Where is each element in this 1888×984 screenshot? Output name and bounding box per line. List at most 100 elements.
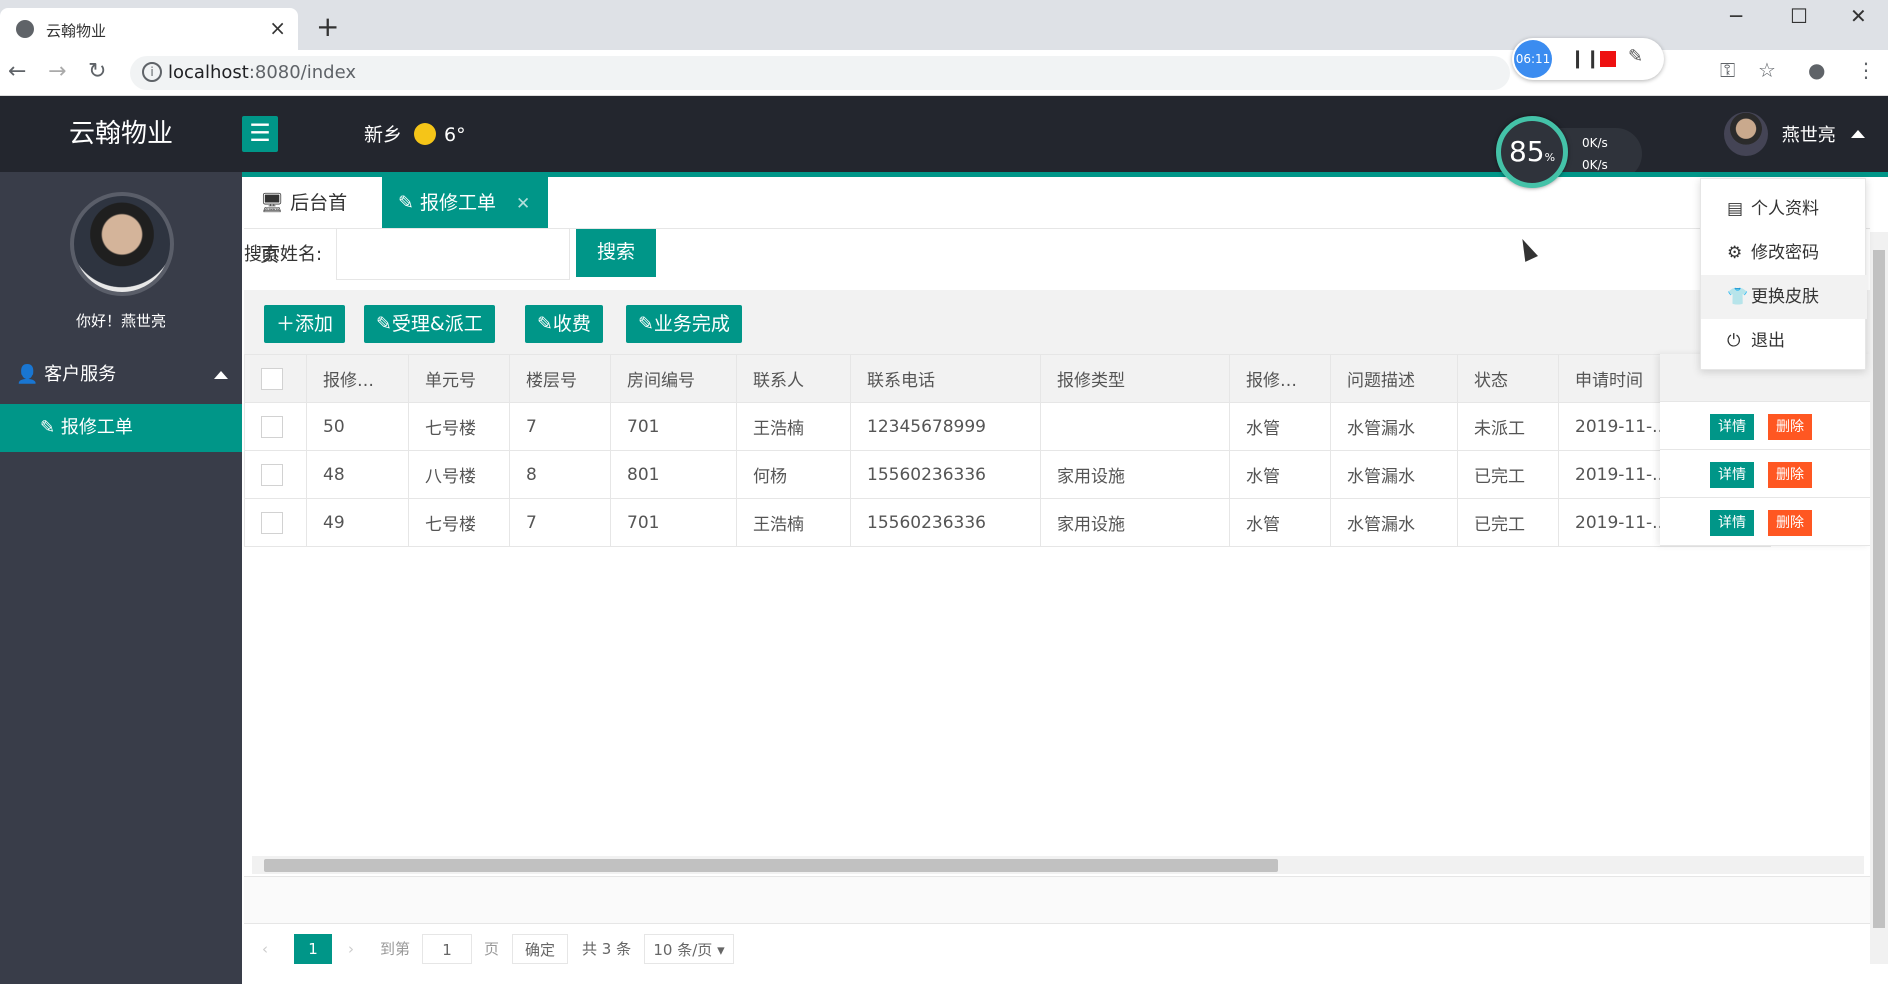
charge-button[interactable]: ✎收费 [525,305,603,343]
weather-city: 新乡 [364,124,403,146]
current-page[interactable]: 1 [294,934,332,964]
pause-icon[interactable]: ❙❙ [1570,48,1600,69]
action-toolbar: ＋添加 ✎受理&派工 ✎收费 ✎业务完成 [244,290,1870,354]
close-tab-icon[interactable]: ✕ [516,194,530,214]
account-icon[interactable]: ● [1808,58,1825,82]
pagination: ‹ 1 › 到第 1 页 确定 共 3 条 10 条/页 ▾ [244,930,1870,970]
column-header[interactable]: 单元号 [408,354,510,403]
reload-icon[interactable]: ↻ [88,59,106,84]
edit-icon: ✎ [537,313,553,335]
gear-icon: ⚙ [1727,243,1743,263]
table-header-row: 报修… 单元号 楼层号 房间编号 联系人 联系电话 报修类型 报修… 问题描述 … [244,354,1771,403]
total-count: 共 3 条 [582,940,632,958]
select-all-cell[interactable] [244,354,307,403]
cell: 未派工 [1457,402,1559,451]
table-row[interactable]: 48 八号楼 8 801 何杨 15560236336 家用设施 水管 水管漏水… [244,450,1771,499]
new-tab-button[interactable]: + [316,10,339,43]
cell: 八号楼 [408,450,510,499]
minimize-icon[interactable]: ─ [1730,4,1742,28]
horizontal-scrollbar[interactable] [252,856,1864,874]
cell: 已完工 [1457,450,1559,499]
column-header[interactable]: 联系人 [736,354,851,403]
row-checkbox[interactable] [261,463,283,486]
menu-item-change-password[interactable]: ⚙ 修改密码 [1701,231,1867,275]
row-actions: 详情 删除 [1660,498,1870,546]
edit-doc-icon: ✎ [40,417,56,438]
sidebar-group-customer-service[interactable]: 👤 客户服务 [0,350,242,400]
delete-button[interactable]: 删除 [1768,510,1812,536]
vertical-scrollbar[interactable] [1870,232,1888,964]
star-icon[interactable]: ☆ [1758,58,1776,82]
key-icon[interactable]: ⚿ [1720,58,1735,82]
next-page-icon[interactable]: › [348,934,354,964]
monitor-icon: 🖥 [260,192,285,214]
search-label: 搜索姓名: [244,244,323,265]
browser-tab-title: 云翰物业 [46,22,107,40]
column-header[interactable]: 报修… [1229,354,1331,403]
delete-button[interactable]: 删除 [1768,462,1812,488]
mouse-cursor-icon [1516,236,1538,262]
complete-button[interactable]: ✎业务完成 [626,305,742,343]
plus-icon: ＋ [276,313,296,335]
user-menu[interactable]: 燕世亮 [1724,112,1866,156]
column-header[interactable]: 状态 [1457,354,1559,403]
add-button[interactable]: ＋添加 [264,305,346,343]
address-bar[interactable]: i localhost:8080/index [130,56,1510,90]
accept-dispatch-button[interactable]: ✎受理&派工 [364,305,495,343]
column-header[interactable]: 联系电话 [850,354,1041,403]
url-text: localhost:8080/index [168,62,356,83]
cell: 水管 [1229,450,1331,499]
stop-icon[interactable] [1600,51,1616,67]
menu-item-change-skin[interactable]: 👕 更换皮肤 [1701,275,1867,319]
page-unit-label: 页 [484,940,500,958]
search-input[interactable] [336,228,570,280]
vertical-scroll-thumb[interactable] [1873,250,1885,928]
cell: 7 [509,498,611,547]
table-row[interactable]: 50 七号楼 7 701 王浩楠 12345678999 水管 水管漏水 未派工… [244,402,1771,451]
sidebar-group-label: 客户服务 [44,364,117,385]
goto-confirm-button[interactable]: 确定 [512,934,568,964]
detail-button[interactable]: 详情 [1710,510,1754,536]
detail-button[interactable]: 详情 [1710,462,1754,488]
select-all-checkbox[interactable] [261,367,283,390]
cell [1040,402,1230,451]
sun-icon [414,123,437,145]
search-button[interactable]: 搜索 [576,229,656,277]
column-header[interactable]: 问题描述 [1330,354,1458,403]
menu-toggle-icon[interactable]: ☰ [242,116,278,152]
goto-page-input[interactable]: 1 [422,934,472,964]
browser-tab[interactable]: 云翰物业 × [0,8,298,50]
globe-icon [16,20,34,38]
more-icon[interactable]: ⋮ [1856,58,1876,82]
pen-icon[interactable]: ✎ [1628,46,1643,67]
tab-home[interactable]: 🖥 后台首页 [244,177,382,266]
download-speed: 0K/s [1582,158,1608,172]
tab-repair-orders[interactable]: ✎ 报修工单 ✕ [382,177,548,229]
row-checkbox[interactable] [261,415,283,438]
upload-speed: 0K/s [1582,136,1608,150]
id-card-icon: ▤ [1727,199,1744,219]
detail-button[interactable]: 详情 [1710,414,1754,440]
horizontal-scroll-thumb[interactable] [264,859,1278,872]
sidebar-item-repair-orders[interactable]: ✎ 报修工单 [0,404,242,452]
forward-icon[interactable]: → [48,59,66,84]
close-window-icon[interactable]: ✕ [1850,4,1867,28]
page-size-select[interactable]: 10 条/页 ▾ [644,934,734,964]
cell: 15560236336 [850,498,1041,547]
close-tab-icon[interactable]: × [269,16,286,40]
fixed-action-column: 详情 删除 详情 删除 详情 删除 [1660,354,1870,546]
column-header[interactable]: 报修… [306,354,409,403]
menu-item-logout[interactable]: ⏻ 退出 [1701,319,1867,363]
maximize-icon[interactable]: ☐ [1790,4,1808,28]
table-row[interactable]: 49 七号楼 7 701 王浩楠 15560236336 家用设施 水管 水管漏… [244,498,1771,547]
column-header[interactable]: 楼层号 [509,354,611,403]
column-header[interactable]: 房间编号 [610,354,737,403]
column-header[interactable]: 报修类型 [1040,354,1230,403]
row-checkbox[interactable] [261,511,283,534]
back-icon[interactable]: ← [8,59,26,84]
menu-item-profile[interactable]: ▤ 个人资料 [1701,187,1867,231]
prev-page-icon[interactable]: ‹ [262,934,268,964]
delete-button[interactable]: 删除 [1768,414,1812,440]
info-icon[interactable]: i [142,62,162,82]
sidebar-avatar [70,192,174,296]
